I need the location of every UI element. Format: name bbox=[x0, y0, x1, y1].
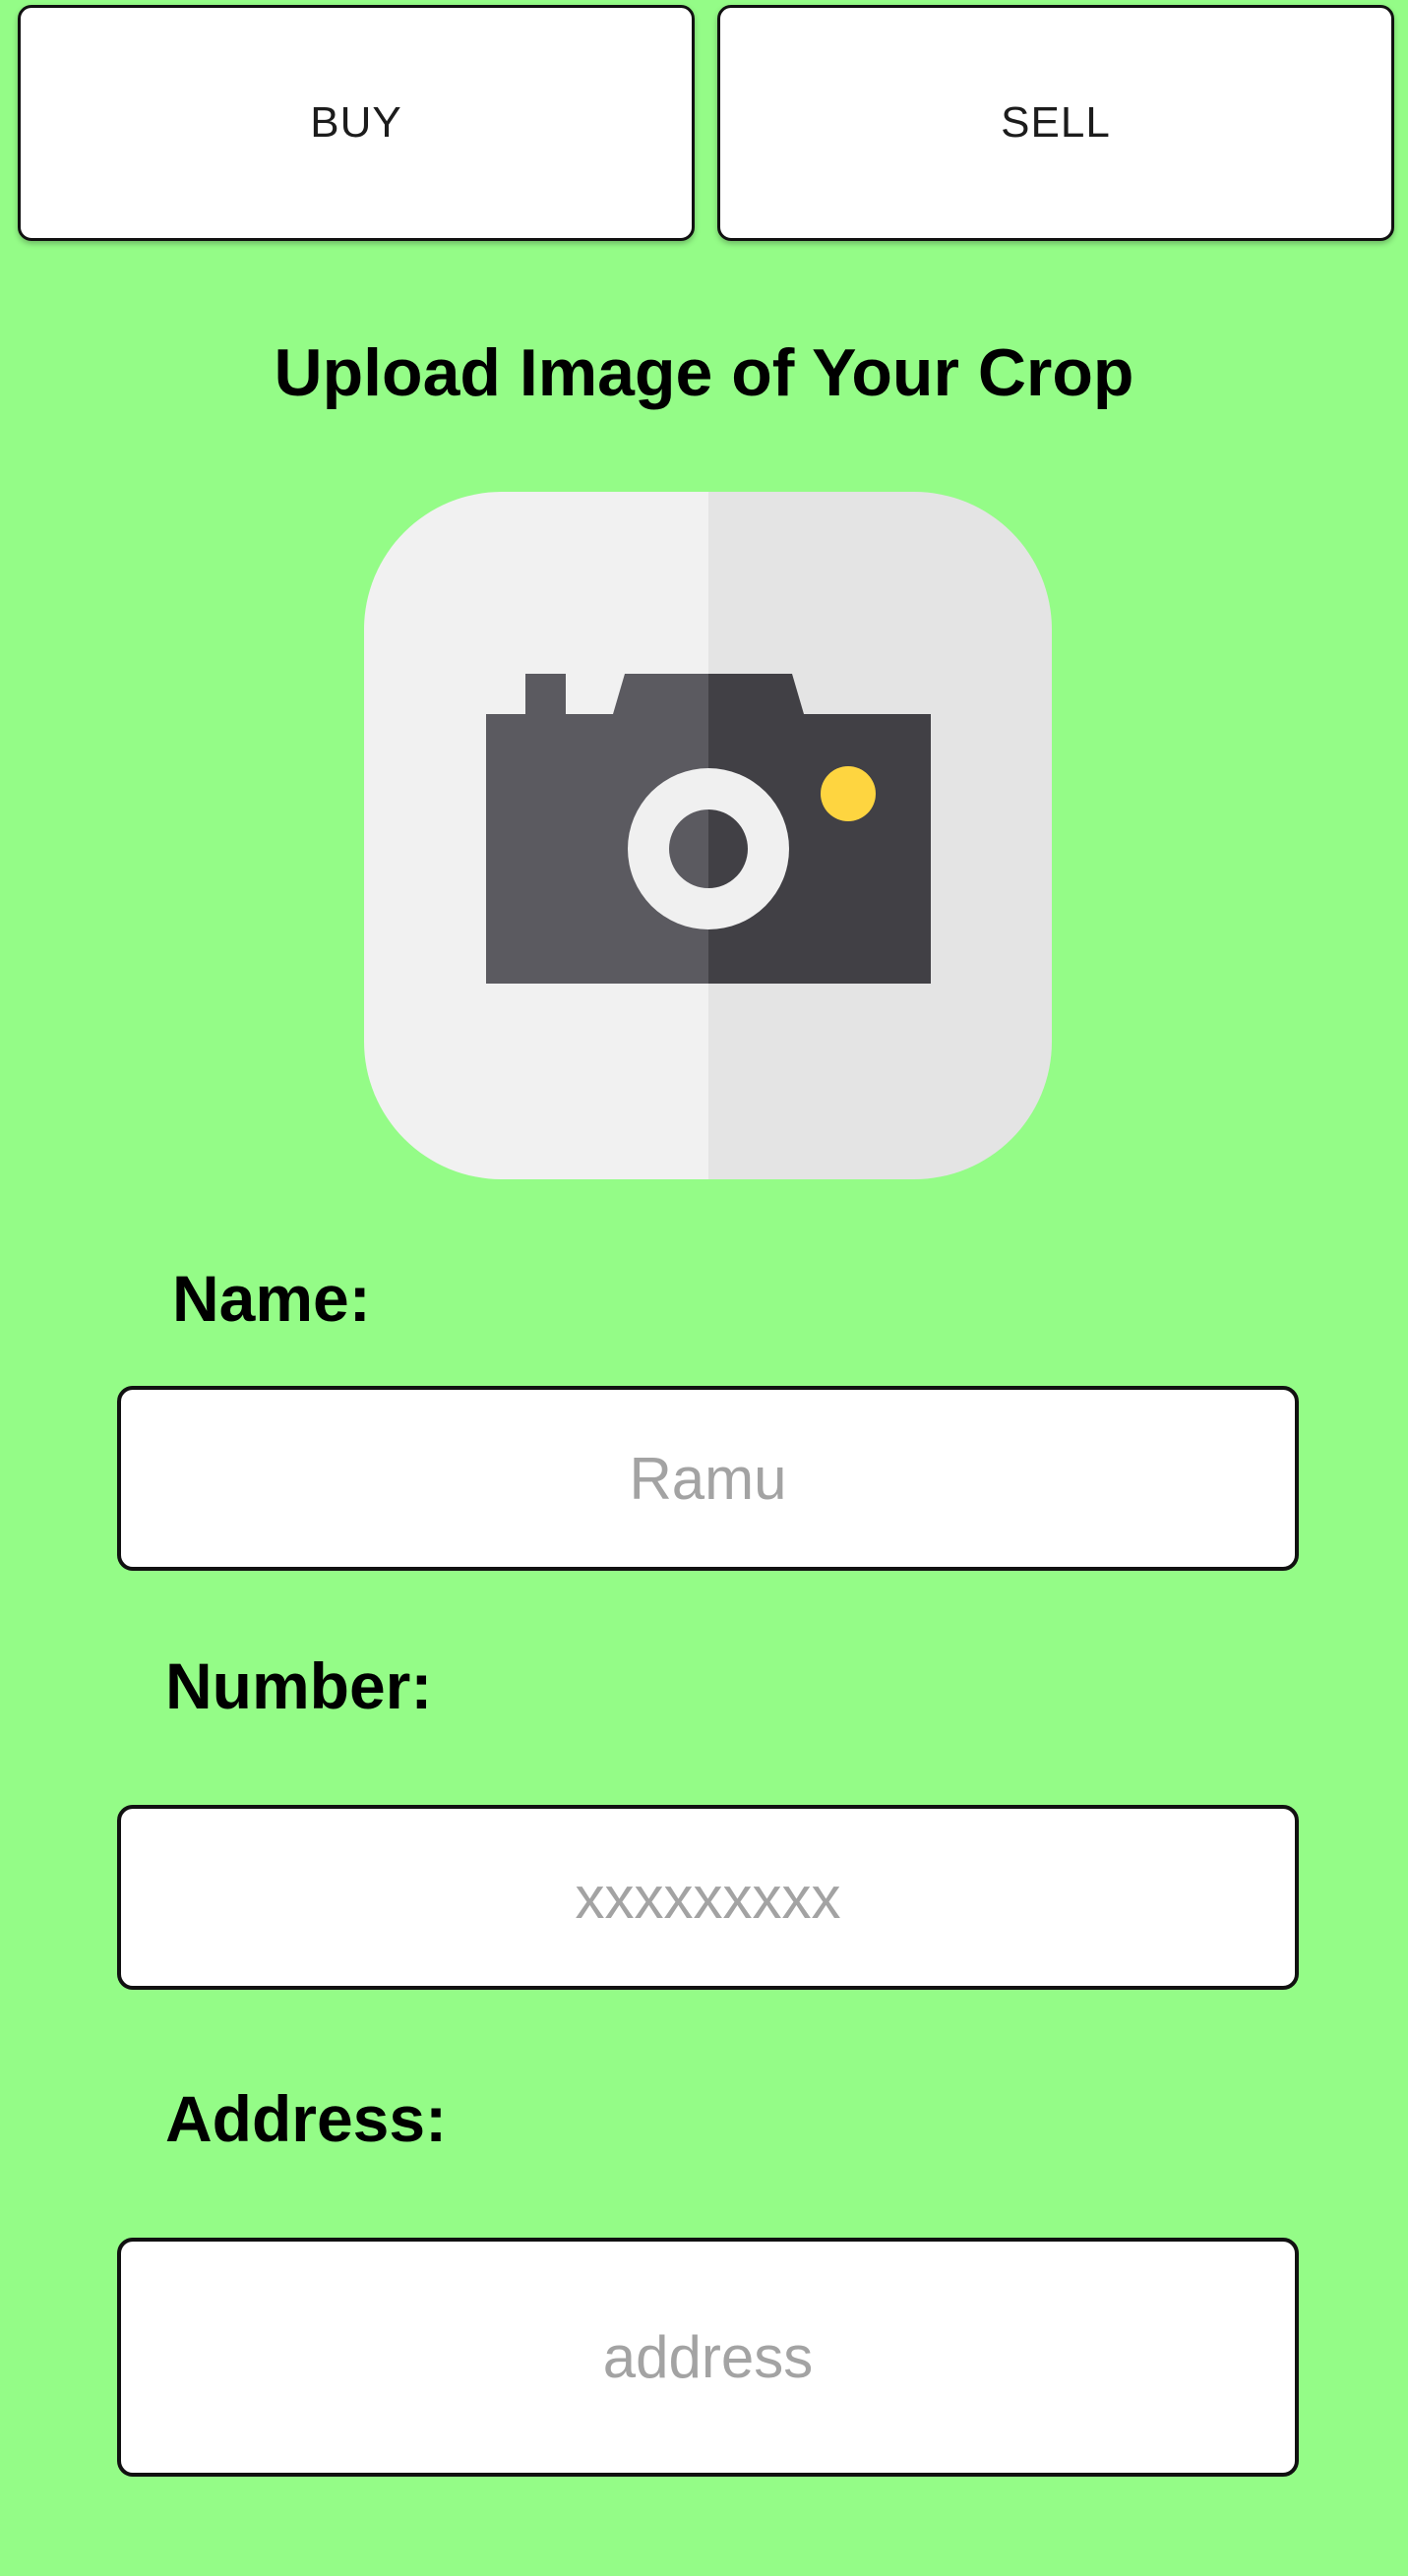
address-label: Address: bbox=[165, 2082, 448, 2155]
number-field[interactable] bbox=[117, 1805, 1299, 1990]
buy-button[interactable]: BUY bbox=[18, 5, 695, 241]
address-field[interactable] bbox=[117, 2238, 1299, 2477]
upload-title: Upload Image of Your Crop bbox=[274, 335, 1134, 410]
sell-button[interactable]: SELL bbox=[717, 5, 1394, 241]
name-label: Name: bbox=[172, 1262, 371, 1335]
number-label: Number: bbox=[165, 1649, 433, 1722]
upload-image-button[interactable] bbox=[364, 492, 1052, 1179]
name-field[interactable] bbox=[117, 1386, 1299, 1571]
camera-icon bbox=[364, 492, 1052, 1179]
